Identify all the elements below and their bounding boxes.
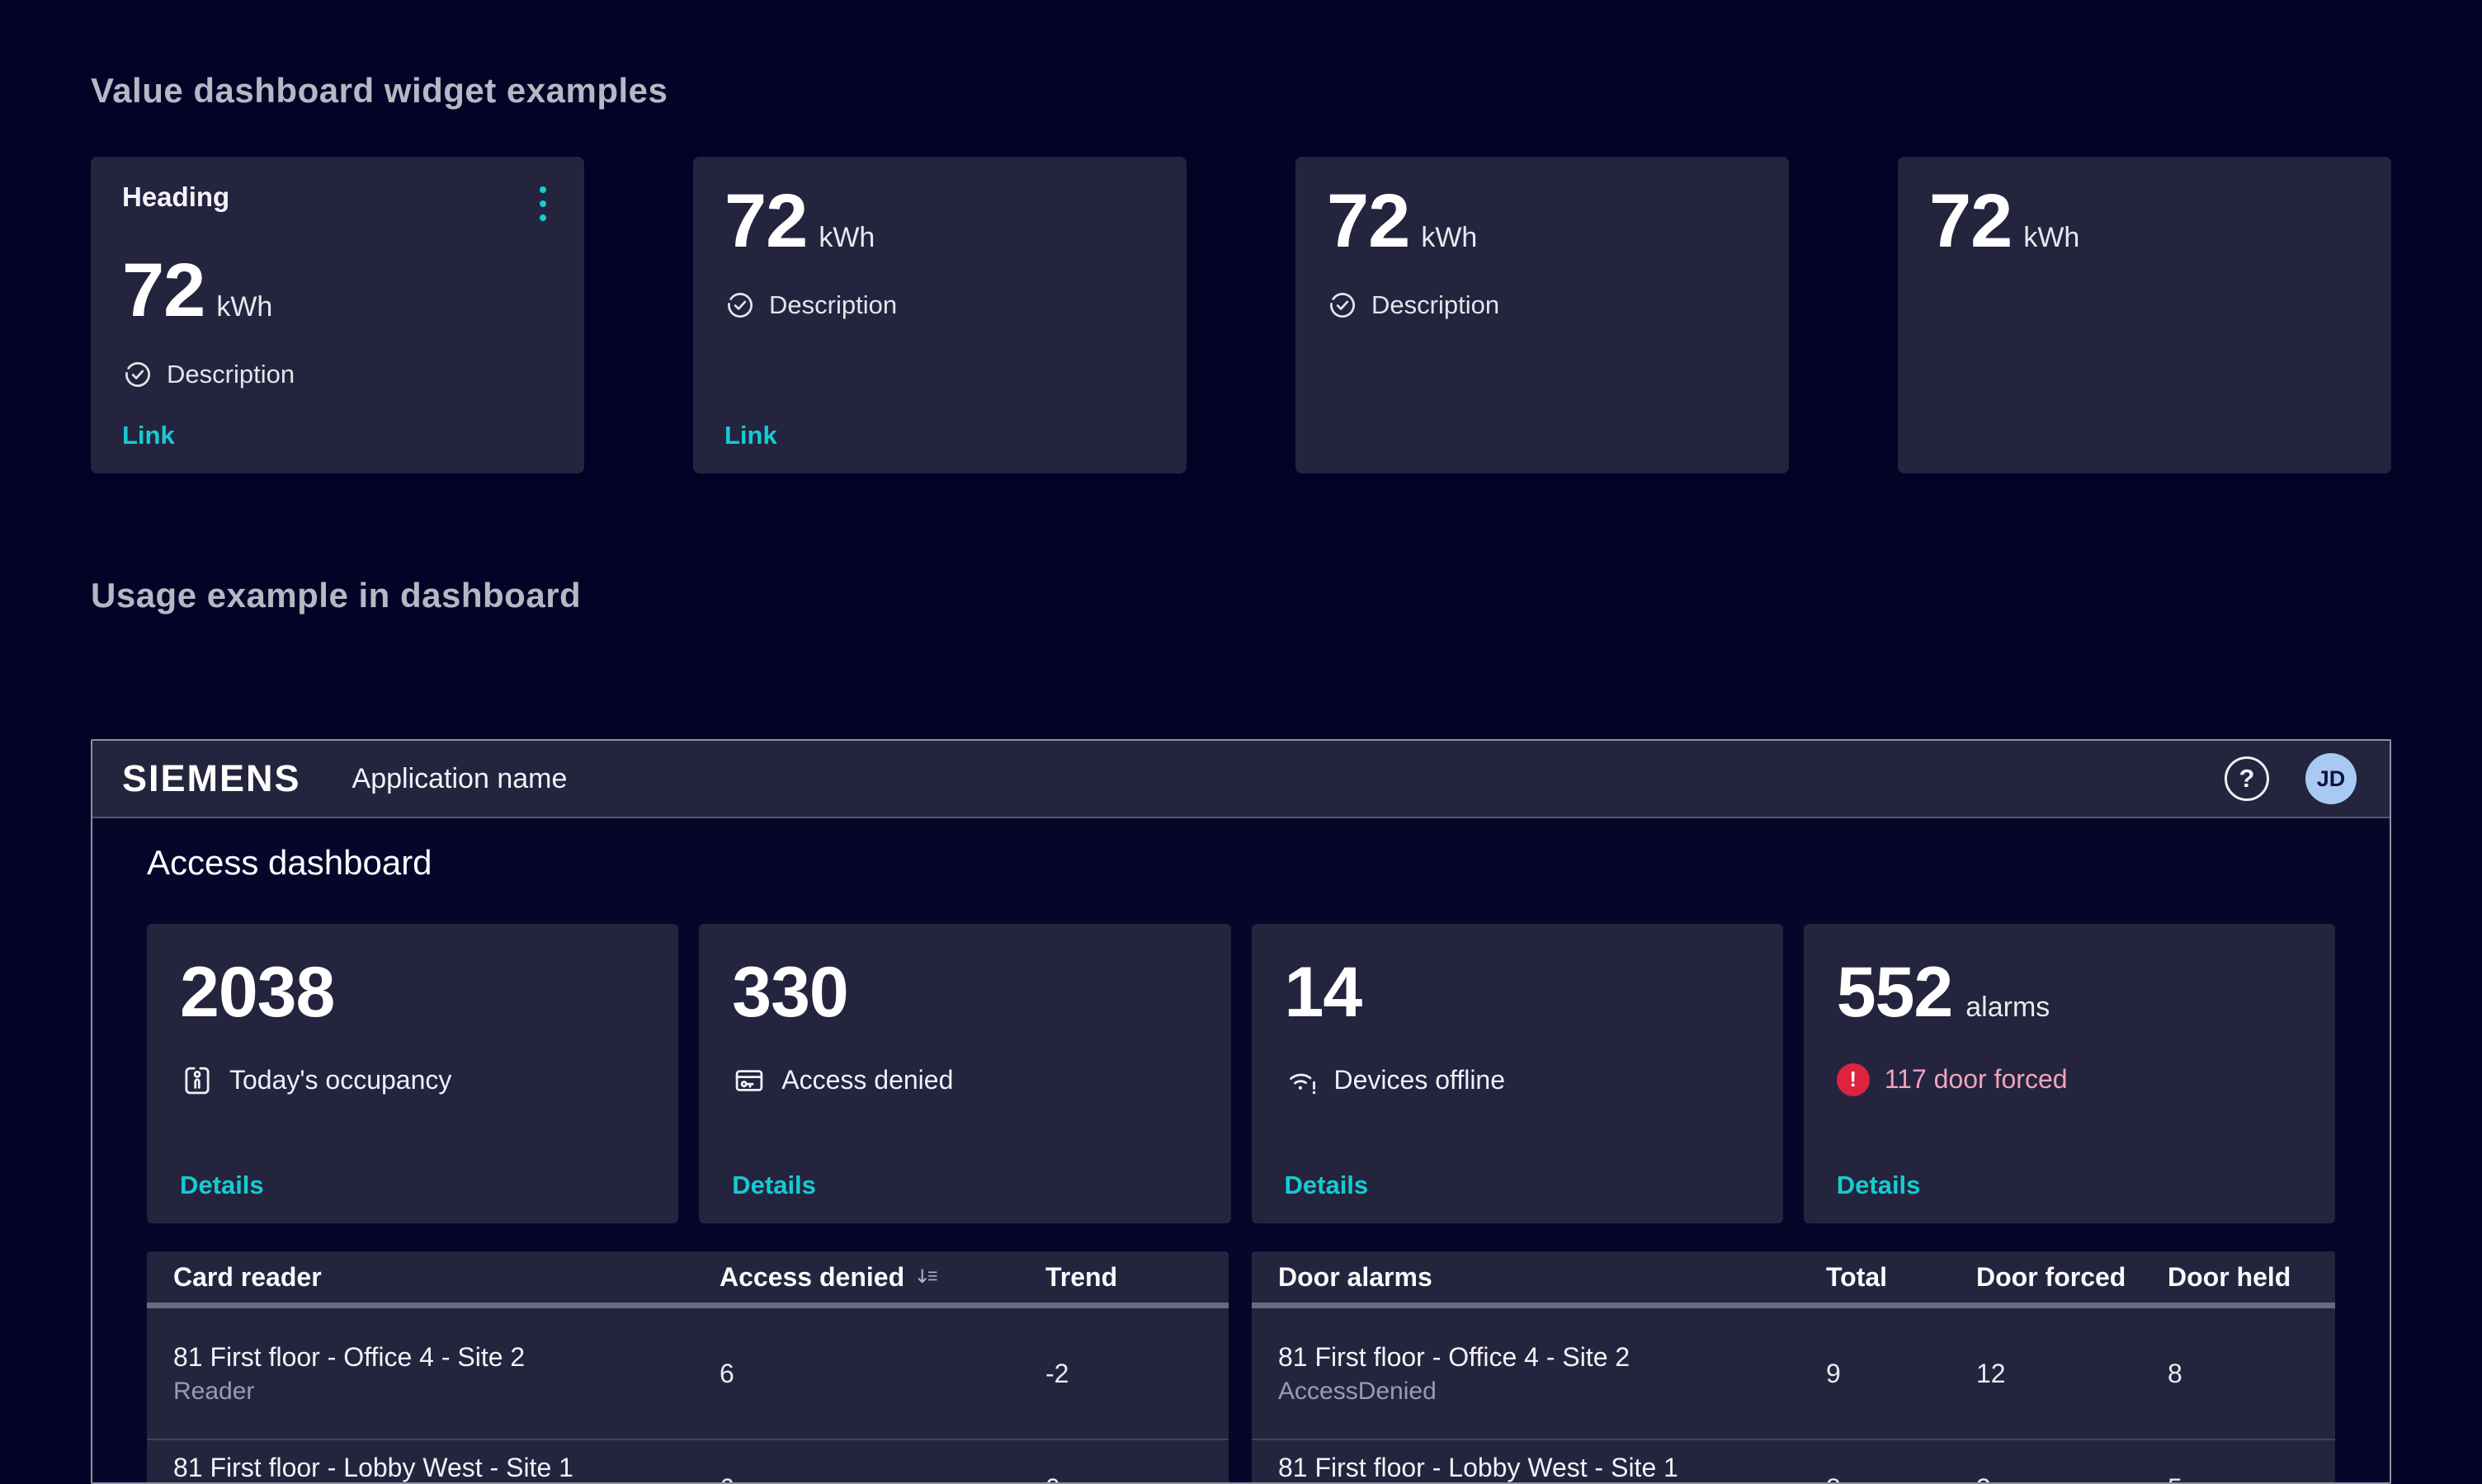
stat-card-alarms: 552 alarms ! 117 door forced Details — [1804, 924, 2335, 1223]
table-header-row: Card reader Access denied Trend — [147, 1251, 1229, 1303]
widget-value: 72 — [1327, 181, 1409, 261]
column-header-access-denied[interactable]: Access denied — [720, 1262, 1045, 1293]
widget-value: 72 — [1929, 181, 2012, 261]
row-title: 81 First floor - Lobby West - Site 1 — [173, 1452, 720, 1483]
app-content: Access dashboard 2038 Today's occupancy — [92, 818, 2390, 1484]
stat-value: 2038 — [180, 954, 334, 1032]
table-header-divider — [147, 1303, 1229, 1308]
card-reader-table: Card reader Access denied Trend — [147, 1251, 1229, 1484]
table-row[interactable]: 81 First floor - Office 4 - Site 2 Acces… — [1252, 1308, 2335, 1439]
avatar[interactable]: JD — [2305, 753, 2357, 804]
stat-label: Access denied — [781, 1065, 953, 1095]
column-header-card-reader[interactable]: Card reader — [173, 1262, 720, 1293]
wifi-offline-icon — [1285, 1063, 1319, 1098]
section-title-widget-examples: Value dashboard widget examples — [91, 71, 2391, 111]
widget-link[interactable]: Link — [724, 421, 777, 450]
door-forced-value: 12 — [1976, 1359, 2168, 1389]
details-link[interactable]: Details — [732, 1171, 816, 1200]
details-link[interactable]: Details — [1285, 1171, 1369, 1200]
row-title: 81 First floor - Lobby West - Site 1 — [1278, 1452, 1826, 1483]
widget-value: 72 — [122, 251, 205, 331]
siemens-logo: SIEMENS — [122, 757, 301, 800]
details-link[interactable]: Details — [1837, 1171, 1921, 1200]
application-name: Application name — [352, 763, 568, 795]
page-title: Access dashboard — [147, 843, 2335, 883]
trend-value: -2 — [1045, 1359, 1202, 1389]
widget-unit: kWh — [819, 222, 875, 254]
kebab-menu-icon[interactable] — [533, 181, 553, 226]
access-denied-value: 6 — [720, 1473, 1045, 1484]
widget-description: Description — [769, 290, 897, 320]
widget-heading: Heading — [122, 181, 229, 213]
widget-description: Description — [167, 360, 295, 389]
stat-value: 14 — [1285, 954, 1362, 1032]
total-value: 9 — [1826, 1359, 1976, 1389]
widget-value: 72 — [724, 181, 807, 261]
column-header-trend[interactable]: Trend — [1045, 1262, 1202, 1293]
details-link[interactable]: Details — [180, 1171, 264, 1200]
widget-examples-row: Heading 72 kWh Description Link 72 kWh — [91, 157, 2391, 473]
table-row[interactable]: 81 First floor - Lobby West - Site 1 8 3… — [1252, 1440, 2335, 1484]
table-row[interactable]: 81 First floor - Office 4 - Site 2 Reade… — [147, 1308, 1229, 1439]
tables-row: Card reader Access denied Trend — [147, 1251, 2335, 1484]
stat-cards-row: 2038 Today's occupancy Details — [147, 924, 2335, 1223]
door-held-value: 8 — [2168, 1359, 2309, 1389]
stat-value: 552 — [1837, 954, 1953, 1032]
stat-card-devices-offline: 14 Devices offline Details — [1252, 924, 1783, 1223]
check-circle-icon — [724, 290, 756, 321]
door-alarms-table: Door alarms Total Door forced Door held … — [1252, 1251, 2335, 1484]
application-frame: SIEMENS Application name ? JD Access das… — [91, 739, 2391, 1484]
value-widget-card-full: Heading 72 kWh Description Link — [91, 157, 584, 473]
column-header-door-alarms[interactable]: Door alarms — [1278, 1262, 1826, 1293]
occupancy-icon — [180, 1063, 215, 1098]
alarm-icon: ! — [1837, 1063, 1870, 1096]
column-header-door-forced[interactable]: Door forced — [1976, 1262, 2168, 1293]
door-held-value: 5 — [2168, 1473, 2309, 1484]
check-circle-icon — [122, 359, 153, 390]
row-title: 81 First floor - Office 4 - Site 2 — [173, 1341, 720, 1373]
value-widget-card-link: 72 kWh Description Link — [693, 157, 1187, 473]
row-title: 81 First floor - Office 4 - Site 2 — [1278, 1341, 1826, 1373]
sort-descending-icon — [914, 1264, 941, 1290]
card-reader-icon — [732, 1063, 767, 1098]
column-header-total[interactable]: Total — [1826, 1262, 1976, 1293]
widget-link[interactable]: Link — [122, 421, 175, 450]
stat-label: Devices offline — [1334, 1065, 1506, 1095]
stat-value: 330 — [732, 954, 848, 1032]
table-header-divider — [1252, 1303, 2335, 1308]
row-subtitle: AccessDenied — [1278, 1378, 1826, 1406]
help-icon[interactable]: ? — [2225, 756, 2269, 801]
table-header-row: Door alarms Total Door forced Door held — [1252, 1251, 2335, 1303]
check-circle-icon — [1327, 290, 1358, 321]
app-header-bar: SIEMENS Application name ? JD — [92, 741, 2390, 818]
door-forced-value: 3 — [1976, 1473, 2168, 1484]
value-widget-card-description: 72 kWh Description — [1295, 157, 1789, 473]
access-denied-value: 6 — [720, 1359, 1045, 1389]
stat-unit: alarms — [1965, 992, 2050, 1024]
value-widget-card-minimal: 72 kWh — [1898, 157, 2391, 473]
stat-label: 117 door forced — [1885, 1064, 2068, 1095]
widget-unit: kWh — [2023, 222, 2079, 254]
widget-unit: kWh — [216, 291, 272, 323]
row-subtitle: Reader — [173, 1378, 720, 1406]
stat-card-access-denied: 330 Access denied Details — [699, 924, 1230, 1223]
section-title-usage-example: Usage example in dashboard — [91, 576, 2391, 615]
trend-value: 0 — [1045, 1473, 1202, 1484]
widget-description: Description — [1371, 290, 1499, 320]
total-value: 8 — [1826, 1473, 1976, 1484]
table-row[interactable]: 81 First floor - Lobby West - Site 1 6 0 — [147, 1440, 1229, 1484]
stat-label: Today's occupancy — [229, 1065, 451, 1095]
stat-card-occupancy: 2038 Today's occupancy Details — [147, 924, 678, 1223]
widget-unit: kWh — [1421, 222, 1477, 254]
column-header-door-held[interactable]: Door held — [2168, 1262, 2309, 1293]
